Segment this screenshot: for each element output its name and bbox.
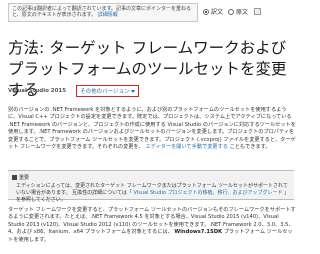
- intro-text-b: こともできます。: [229, 144, 271, 151]
- translation-bar: この記事は翻訳者によって翻訳されています。記事の文章にポインターを重ねると、原文…: [0, 0, 300, 24]
- translated-radio-option[interactable]: 訳文: [203, 7, 223, 16]
- other-versions-dropdown[interactable]: その他のバージョン: [76, 85, 140, 97]
- other-versions-label: その他のバージョン: [80, 89, 130, 95]
- product-name: Visual Studio 2015: [8, 88, 67, 94]
- toolset-name: Windows7.1SDK: [174, 229, 223, 236]
- important-note: 重要 エディションによっては、変更されたターゲット フレームワークまたはプラット…: [8, 170, 294, 203]
- note-icon: [12, 175, 17, 180]
- language-toggle: 訳文 原文: [203, 7, 262, 16]
- manual-edit-link[interactable]: エディターを開いて手動で変更する: [146, 144, 228, 150]
- body-paragraph: ターゲット フレームワークを変更すると、プラットフォーム ツールセットのバージョ…: [8, 207, 296, 244]
- article-meta: Visual Studio 2015 その他のバージョン: [8, 85, 140, 97]
- intro-paragraph: 別のバージョンの .NET Framework を対象とするように、および別のプ…: [8, 107, 296, 151]
- original-label: 原文: [236, 9, 249, 16]
- original-radio-option[interactable]: 原文: [228, 7, 248, 16]
- note-body: エディションによっては、変更されたターゲット フレームワークまたはプラットフォー…: [16, 183, 290, 204]
- original-radio[interactable]: [228, 8, 235, 15]
- note-heading-label: 重要: [19, 175, 30, 181]
- chevron-down-icon: [131, 89, 136, 93]
- side-by-side-icon[interactable]: [254, 8, 262, 15]
- translation-notice: この記事は翻訳者によって翻訳されています。記事の文章にポインターを重ねると、原文…: [8, 3, 198, 22]
- note-heading: 重要: [12, 174, 29, 181]
- notice-more-link[interactable]: 詳細情報: [98, 12, 118, 18]
- note-text-b: 互換性の詳細については「: [72, 190, 132, 196]
- porting-migration-link[interactable]: Visual Studio プロジェクトの移植、移行、およびアップグレード: [133, 190, 282, 196]
- translated-label: 訳文: [211, 9, 224, 16]
- translated-radio[interactable]: [203, 8, 209, 15]
